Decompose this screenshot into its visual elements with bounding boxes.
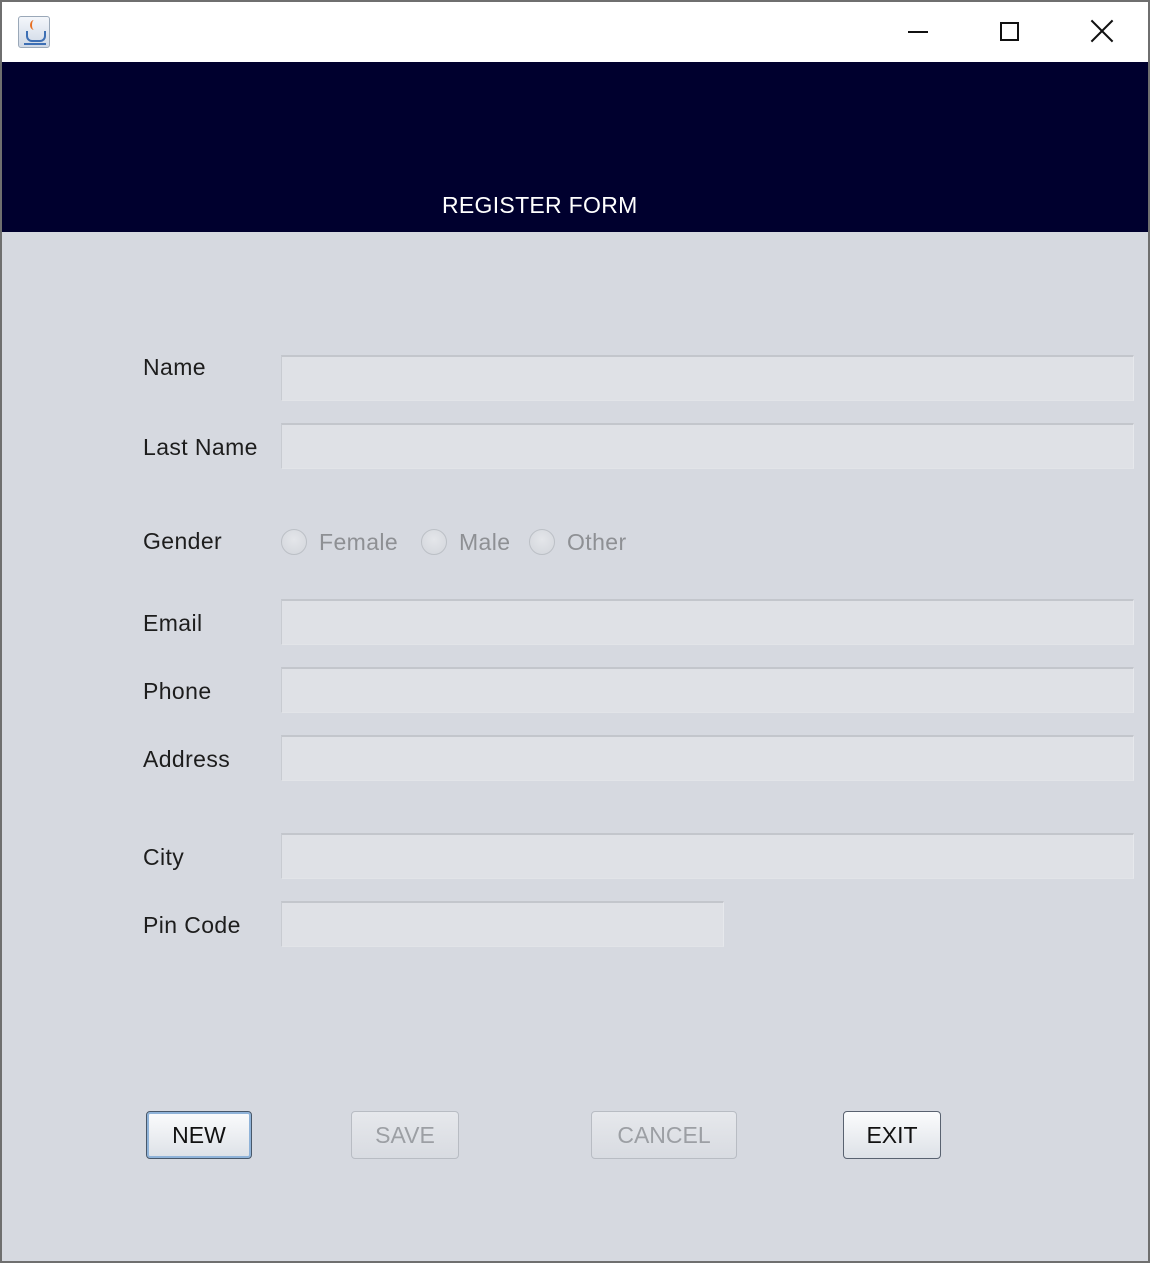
email-field[interactable] — [281, 599, 1134, 645]
register-window: REGISTER FORM Name Last Name Gender Fema… — [0, 0, 1150, 1263]
city-label: City — [143, 844, 185, 870]
header-banner: REGISTER FORM — [2, 62, 1148, 232]
radio-circle-icon — [529, 529, 555, 555]
radio-label-female: Female — [319, 529, 399, 555]
pin-code-field[interactable] — [281, 901, 724, 947]
maximize-icon — [1000, 22, 1019, 41]
form-panel: Name Last Name Gender Female Male Other … — [2, 232, 1148, 1261]
last-name-label: Last Name — [143, 434, 258, 460]
name-field[interactable] — [281, 355, 1134, 401]
minimize-icon — [908, 31, 928, 33]
gender-label: Gender — [143, 528, 223, 554]
phone-field[interactable] — [281, 667, 1134, 713]
pin-code-label: Pin Code — [143, 912, 241, 938]
radio-label-male: Male — [459, 529, 511, 555]
address-label: Address — [143, 746, 231, 772]
phone-label: Phone — [143, 678, 212, 704]
maximize-button[interactable] — [964, 2, 1056, 62]
save-button: SAVE — [351, 1111, 459, 1159]
form-title: REGISTER FORM — [442, 192, 638, 218]
exit-button[interactable]: EXIT — [843, 1111, 941, 1159]
close-button[interactable] — [1056, 2, 1148, 62]
address-field[interactable] — [281, 735, 1134, 781]
name-label: Name — [143, 354, 206, 380]
java-icon — [18, 16, 50, 48]
city-field[interactable] — [281, 833, 1134, 879]
email-label: Email — [143, 610, 203, 636]
title-bar[interactable] — [2, 2, 1148, 62]
radio-circle-icon — [281, 529, 307, 555]
last-name-field[interactable] — [281, 423, 1134, 469]
new-button[interactable]: NEW — [146, 1111, 252, 1159]
cancel-button: CANCEL — [591, 1111, 737, 1159]
close-icon — [1089, 18, 1115, 44]
radio-circle-icon — [421, 529, 447, 555]
radio-label-other: Other — [567, 529, 627, 555]
minimize-button[interactable] — [872, 2, 964, 62]
